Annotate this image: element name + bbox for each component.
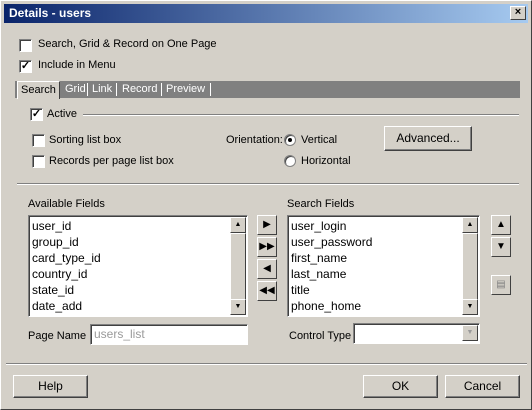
- records-per-page-checkbox[interactable]: [32, 155, 45, 168]
- page-name-input[interactable]: users_list: [90, 324, 248, 345]
- scroll-down-icon[interactable]: ▼: [230, 299, 246, 315]
- horizontal-label: Horizontal: [301, 155, 351, 167]
- footer-divider: [6, 363, 527, 365]
- move-up-icon[interactable]: ▲: [491, 215, 511, 235]
- control-type-label: Control Type: [289, 330, 352, 342]
- list-item[interactable]: user_login: [291, 218, 372, 234]
- control-type-select[interactable]: ▼: [353, 323, 480, 344]
- tab-separator: [116, 83, 117, 96]
- tab-search[interactable]: Search: [17, 81, 60, 99]
- list-item[interactable]: date_add: [32, 298, 101, 314]
- list-item[interactable]: user_id: [32, 218, 101, 234]
- list-item[interactable]: phone_home: [291, 298, 372, 314]
- scroll-down-icon[interactable]: ▼: [462, 299, 478, 315]
- include-in-menu-label: Include in Menu: [38, 59, 116, 71]
- search-fields-scrollbar[interactable]: ▲ ▼: [462, 217, 478, 315]
- ok-button[interactable]: OK: [363, 375, 438, 398]
- list-item[interactable]: country_id: [32, 266, 101, 282]
- move-all-right-icon[interactable]: ▶▶: [257, 237, 277, 257]
- list-item[interactable]: title: [291, 282, 372, 298]
- vertical-label: Vertical: [301, 134, 338, 146]
- tab-separator: [210, 83, 211, 96]
- tab-record[interactable]: Record: [119, 81, 160, 98]
- records-per-page-label: Records per page list box: [49, 155, 174, 167]
- list-item[interactable]: first_name: [291, 250, 372, 266]
- search-grid-record-label: Search, Grid & Record on One Page: [38, 38, 217, 50]
- available-fields-label: Available Fields: [28, 198, 105, 210]
- list-item[interactable]: card_type_id: [32, 250, 101, 266]
- close-button[interactable]: ×: [510, 6, 526, 20]
- scroll-thumb[interactable]: [462, 233, 478, 301]
- window-title: Details - users: [9, 6, 92, 20]
- active-checkbox[interactable]: ✓: [30, 108, 43, 121]
- list-item[interactable]: group_id: [32, 234, 101, 250]
- available-fields-scrollbar[interactable]: ▲ ▼: [230, 217, 246, 315]
- available-fields-listbox[interactable]: user_id group_id card_type_id country_id…: [28, 215, 248, 317]
- list-item[interactable]: user_password: [291, 234, 372, 250]
- tab-separator: [87, 83, 88, 96]
- search-fields-label: Search Fields: [287, 198, 355, 210]
- tab-grid[interactable]: Grid: [62, 81, 89, 98]
- page-name-label: Page Name: [28, 330, 87, 342]
- list-item[interactable]: state_id: [32, 282, 101, 298]
- active-group-divider: [83, 114, 519, 116]
- search-grid-record-checkbox[interactable]: [19, 39, 32, 52]
- tab-preview[interactable]: Preview: [163, 81, 208, 98]
- section-divider: [17, 183, 519, 185]
- scroll-thumb[interactable]: [230, 233, 246, 301]
- tab-separator: [161, 83, 162, 96]
- move-right-icon[interactable]: ▶: [257, 215, 277, 235]
- scroll-up-icon[interactable]: ▲: [462, 217, 478, 233]
- sorting-list-box-checkbox[interactable]: [32, 134, 45, 147]
- include-in-menu-checkbox[interactable]: ✓: [19, 60, 32, 73]
- vertical-radio[interactable]: [284, 134, 296, 146]
- move-all-left-icon[interactable]: ◀◀: [257, 281, 277, 301]
- advanced-button[interactable]: Advanced...: [384, 126, 472, 151]
- move-down-icon[interactable]: ▼: [491, 237, 511, 257]
- chevron-down-icon[interactable]: ▼: [462, 325, 478, 341]
- tab-link[interactable]: Link: [89, 81, 115, 98]
- details-dialog: Details - users × Search, Grid & Record …: [0, 0, 532, 410]
- list-item[interactable]: last_name: [291, 266, 372, 282]
- orientation-label: Orientation:: [226, 134, 283, 146]
- horizontal-radio[interactable]: [284, 155, 296, 167]
- sorting-list-box-label: Sorting list box: [49, 134, 122, 146]
- cancel-button[interactable]: Cancel: [445, 375, 520, 398]
- help-button[interactable]: Help: [13, 375, 88, 398]
- tab-strip: Search Grid Link Record Preview: [15, 81, 520, 99]
- search-fields-listbox[interactable]: user_login user_password first_name last…: [287, 215, 480, 317]
- active-label: Active: [47, 108, 77, 120]
- move-left-icon[interactable]: ◀: [257, 259, 277, 279]
- title-bar[interactable]: Details - users ×: [4, 4, 528, 23]
- scroll-up-icon[interactable]: ▲: [230, 217, 246, 233]
- properties-icon[interactable]: ▤: [491, 275, 511, 295]
